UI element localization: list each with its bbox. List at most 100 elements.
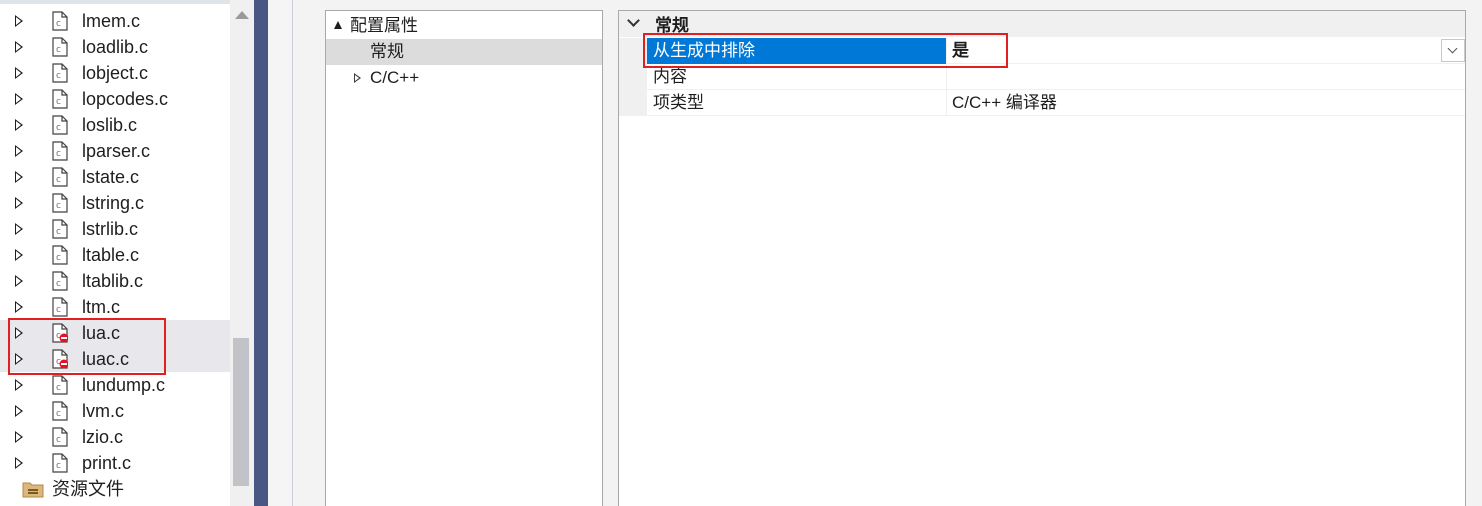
tree-item-config-properties[interactable]: 配置属性	[326, 13, 602, 39]
svg-text:c: c	[56, 409, 61, 419]
c-file-icon: c	[52, 11, 68, 31]
file-name: lzio.c	[82, 427, 124, 447]
file-row[interactable]: c lstate.c	[0, 164, 230, 190]
row-margin	[619, 90, 647, 116]
expand-arrow-icon[interactable]	[15, 171, 23, 183]
property-value-cell[interactable]	[948, 64, 1465, 90]
scroll-up-arrow-icon[interactable]	[235, 11, 249, 19]
explorer-scrollbar[interactable]	[230, 0, 254, 506]
svg-text:c: c	[56, 149, 61, 159]
svg-text:c: c	[56, 123, 61, 133]
file-name: lstate.c	[82, 167, 140, 187]
c-file-icon: c	[52, 401, 68, 421]
property-value-cell[interactable]: 是	[948, 38, 1465, 64]
expand-arrow-icon[interactable]	[15, 405, 23, 417]
property-name-cell[interactable]: 项类型	[647, 90, 947, 116]
file-name: loadlib.c	[82, 37, 149, 57]
expand-triangle-icon[interactable]	[354, 73, 361, 83]
expand-arrow-icon[interactable]	[15, 15, 23, 27]
file-row[interactable]: c lundump.c	[0, 372, 230, 398]
file-name: lmem.c	[82, 11, 140, 31]
file-row[interactable]: c lvm.c	[0, 398, 230, 424]
value-dropdown-button[interactable]	[1441, 39, 1465, 62]
svg-text:c: c	[56, 461, 61, 471]
file-row[interactable]: c print.c	[0, 450, 230, 476]
file-row[interactable]: c ltable.c	[0, 242, 230, 268]
file-name: lundump.c	[82, 375, 166, 395]
file-row[interactable]: c loadlib.c	[0, 34, 230, 60]
c-file-icon: c	[52, 37, 68, 57]
file-name: ltable.c	[82, 245, 140, 265]
expand-arrow-icon[interactable]	[15, 197, 23, 209]
expand-arrow-icon[interactable]	[15, 275, 23, 287]
file-row[interactable]: c ltablib.c	[0, 268, 230, 294]
expand-arrow-icon[interactable]	[15, 67, 23, 79]
property-name: 内容	[653, 67, 687, 86]
svg-text:c: c	[56, 305, 61, 315]
svg-text:c: c	[56, 435, 61, 445]
c-file-icon: c	[52, 167, 68, 187]
tree-item-general[interactable]: 常规	[326, 39, 602, 65]
expand-arrow-icon[interactable]	[15, 457, 23, 469]
expand-arrow-icon[interactable]	[15, 223, 23, 235]
expand-arrow-icon[interactable]	[15, 145, 23, 157]
property-category-tree: 配置属性 常规 C/C++	[325, 10, 603, 506]
file-name: loslib.c	[82, 115, 138, 135]
file-row[interactable]: c loslib.c	[0, 112, 230, 138]
file-row[interactable]: c lstrlib.c	[0, 216, 230, 242]
c-file-icon: c	[52, 115, 68, 135]
expand-arrow-icon[interactable]	[15, 41, 23, 53]
file-row[interactable]: c lparser.c	[0, 138, 230, 164]
annotation-box-exclude-setting	[643, 33, 1008, 68]
expand-arrow-icon[interactable]	[15, 119, 23, 131]
expand-arrow-icon[interactable]	[15, 379, 23, 391]
c-file-icon: c	[52, 89, 68, 109]
explorer-top-divider	[0, 0, 230, 4]
c-file-icon: c	[52, 219, 68, 239]
chevron-down-icon[interactable]	[627, 14, 640, 27]
file-row[interactable]: c lobject.c	[0, 60, 230, 86]
svg-text:c: c	[56, 45, 61, 55]
file-row[interactable]: c lzio.c	[0, 424, 230, 450]
panel-splitter[interactable]	[254, 0, 268, 506]
property-name: 项类型	[653, 93, 704, 112]
file-name: lopcodes.c	[82, 89, 169, 109]
file-row[interactable]: c lmem.c	[0, 8, 230, 34]
file-name: lobject.c	[82, 63, 149, 83]
expand-arrow-icon[interactable]	[15, 93, 23, 105]
c-file-icon: c	[52, 141, 68, 161]
file-row[interactable]: c lopcodes.c	[0, 86, 230, 112]
file-name: ltm.c	[82, 297, 120, 317]
c-file-icon: c	[52, 245, 68, 265]
c-file-icon: c	[52, 453, 68, 473]
c-file-icon: c	[52, 193, 68, 213]
scroll-thumb[interactable]	[233, 338, 249, 486]
tree-item-cpp[interactable]: C/C++	[326, 65, 602, 91]
collapse-triangle-icon[interactable]	[334, 21, 342, 29]
file-name: ltablib.c	[82, 271, 144, 291]
property-value-cell[interactable]: C/C++ 编译器	[948, 90, 1465, 116]
svg-text:c: c	[56, 175, 61, 185]
expand-arrow-icon[interactable]	[15, 431, 23, 443]
svg-text:c: c	[56, 71, 61, 81]
svg-text:c: c	[56, 253, 61, 263]
chevron-down-icon	[1447, 43, 1458, 54]
svg-text:c: c	[56, 279, 61, 289]
svg-text:c: c	[56, 97, 61, 107]
file-row[interactable]: c lstring.c	[0, 190, 230, 216]
property-row-item-type[interactable]: 项类型 C/C++ 编译器	[619, 90, 1465, 116]
file-name: lstrlib.c	[82, 219, 139, 239]
property-grid: 常规 从生成中排除 是 内容 项类型 C/C++ 编译器	[618, 10, 1466, 506]
tree-item-label: C/C++	[370, 68, 420, 87]
file-name: lparser.c	[82, 141, 151, 161]
expand-arrow-icon[interactable]	[15, 249, 23, 261]
annotation-box-excluded-files	[8, 318, 166, 375]
solution-explorer: c lmem.c c loadlib.c c lobject.c c lopcodes.c c l…	[0, 0, 254, 506]
expand-arrow-icon[interactable]	[15, 301, 23, 313]
file-row[interactable]: c ltm.c	[0, 294, 230, 320]
file-name: lstring.c	[82, 193, 145, 213]
svg-text:c: c	[56, 227, 61, 237]
folder-row-resources[interactable]: 资源文件	[0, 476, 230, 502]
c-file-icon: c	[52, 375, 68, 395]
c-file-icon: c	[52, 427, 68, 447]
